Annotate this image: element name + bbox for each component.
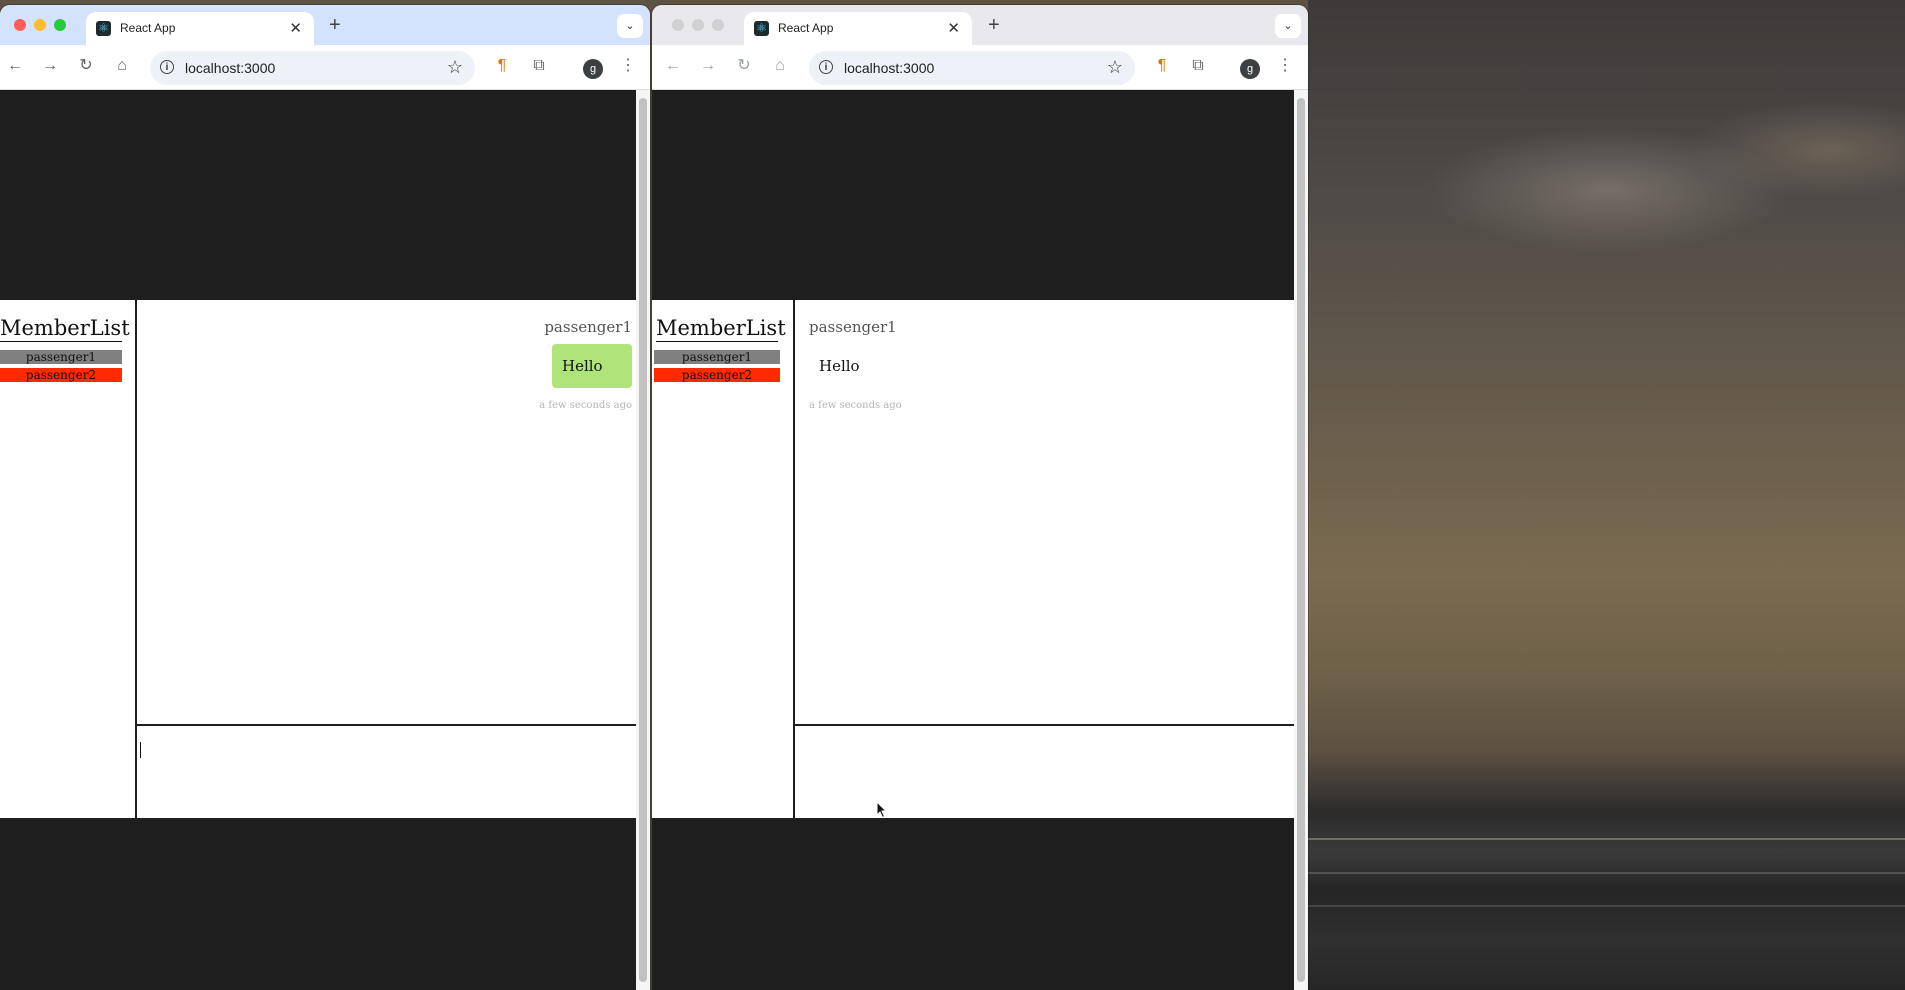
back-arrow-icon[interactable]: ← (5, 57, 25, 75)
tab-react-app[interactable]: ⚛ React App ✕ (86, 12, 314, 45)
extensions-puzzle-icon[interactable]: ⧉ (529, 57, 549, 75)
tab-search-chevron-icon[interactable]: ⌄ (617, 14, 643, 38)
chat-panel: passenger1 Hello a few seconds ago (795, 300, 1294, 819)
message-bubble: Hello (809, 344, 889, 388)
url-text: localhost:3000 (844, 60, 935, 76)
bookmark-star-icon[interactable]: ☆ (447, 57, 463, 78)
message-timestamp: a few seconds ago (809, 400, 902, 411)
page-viewport: MemberList passenger1 passenger2 passeng… (652, 90, 1294, 990)
home-icon[interactable]: ⌂ (770, 57, 790, 75)
minimize-window-button[interactable] (692, 19, 704, 31)
member-list-panel: MemberList passenger1 passenger2 (652, 300, 795, 818)
forward-arrow-icon[interactable]: → (698, 57, 718, 75)
browser-menu-icon[interactable]: ⋮ (618, 57, 638, 75)
reload-icon[interactable]: ↻ (76, 57, 96, 75)
browser-window-right: ⚛ React App ✕ + ⌄ ← → ↻ ⌂ i localhost:30… (652, 5, 1308, 990)
message-timestamp: a few seconds ago (539, 400, 632, 411)
react-favicon-icon: ⚛ (754, 21, 769, 36)
chat-app: MemberList passenger1 passenger2 passeng… (0, 300, 636, 818)
chat-panel: passenger1 Hello a few seconds ago (137, 300, 636, 818)
zoom-window-button[interactable] (712, 19, 724, 31)
tab-strip: ⚛ React App ✕ + ⌄ (0, 5, 650, 45)
message-input[interactable] (795, 724, 1294, 819)
member-list-title: MemberList (0, 316, 130, 342)
desktop-wallpaper (1308, 0, 1905, 990)
home-icon[interactable]: ⌂ (112, 57, 132, 75)
message-sender: passenger1 (809, 318, 897, 336)
tab-title: React App (120, 21, 176, 35)
close-tab-icon[interactable]: ✕ (947, 19, 960, 37)
member-item[interactable]: passenger2 (0, 368, 122, 382)
url-text: localhost:3000 (185, 60, 276, 76)
mouse-pointer-icon (876, 801, 888, 819)
react-favicon-icon: ⚛ (96, 21, 111, 36)
browser-toolbar: ← → ↻ ⌂ i localhost:3000 ☆ ¶ ⧉ g ⋮ (652, 45, 1308, 90)
chat-app: MemberList passenger1 passenger2 passeng… (652, 300, 1294, 819)
profile-avatar[interactable]: g (1240, 59, 1260, 79)
browser-window-left: ⚛ React App ✕ + ⌄ ← → ↻ ⌂ i localhost:30… (0, 5, 650, 990)
water-shimmer (1308, 905, 1905, 907)
back-arrow-icon[interactable]: ← (663, 57, 683, 75)
address-bar[interactable]: i localhost:3000 ☆ (809, 51, 1135, 85)
member-item[interactable]: passenger2 (654, 368, 780, 382)
browser-toolbar: ← → ↻ ⌂ i localhost:3000 ☆ ¶ ⧉ g ⋮ (0, 45, 650, 90)
tab-search-chevron-icon[interactable]: ⌄ (1275, 14, 1301, 38)
member-list-panel: MemberList passenger1 passenger2 (0, 300, 137, 818)
vertical-scrollbar[interactable] (1294, 90, 1308, 990)
browser-menu-icon[interactable]: ⋮ (1275, 57, 1295, 75)
text-caret (140, 742, 141, 758)
bookmark-star-icon[interactable]: ☆ (1107, 57, 1123, 78)
site-info-icon[interactable]: i (160, 60, 174, 74)
tab-react-app[interactable]: ⚛ React App ✕ (744, 12, 972, 45)
vertical-scrollbar[interactable] (636, 90, 650, 990)
reload-icon[interactable]: ↻ (734, 57, 754, 75)
water-shimmer (1308, 838, 1905, 840)
new-tab-plus-icon[interactable]: + (988, 15, 1000, 35)
forward-arrow-icon[interactable]: → (40, 57, 60, 75)
address-bar[interactable]: i localhost:3000 ☆ (150, 51, 475, 85)
message-bubble: Hello (552, 344, 632, 388)
member-list-title: MemberList (656, 316, 786, 342)
message-sender: passenger1 (544, 318, 632, 336)
pilcrow-extension-icon[interactable]: ¶ (1152, 57, 1172, 75)
site-info-icon[interactable]: i (819, 60, 833, 74)
member-item[interactable]: passenger1 (0, 350, 122, 364)
close-window-button[interactable] (14, 19, 26, 31)
zoom-window-button[interactable] (54, 19, 66, 31)
profile-avatar[interactable]: g (583, 59, 603, 79)
close-window-button[interactable] (672, 19, 684, 31)
extensions-puzzle-icon[interactable]: ⧉ (1188, 57, 1208, 75)
message-input[interactable] (137, 724, 636, 818)
tab-strip: ⚛ React App ✕ + ⌄ (652, 5, 1308, 45)
water-shimmer (1308, 872, 1905, 874)
minimize-window-button[interactable] (34, 19, 46, 31)
new-tab-plus-icon[interactable]: + (329, 15, 341, 35)
pilcrow-extension-icon[interactable]: ¶ (492, 57, 512, 75)
scrollbar-thumb[interactable] (639, 98, 647, 982)
member-item[interactable]: passenger1 (654, 350, 780, 364)
page-viewport: MemberList passenger1 passenger2 passeng… (0, 90, 636, 990)
close-tab-icon[interactable]: ✕ (289, 19, 302, 37)
tab-title: React App (778, 21, 834, 35)
scrollbar-thumb[interactable] (1297, 98, 1305, 982)
